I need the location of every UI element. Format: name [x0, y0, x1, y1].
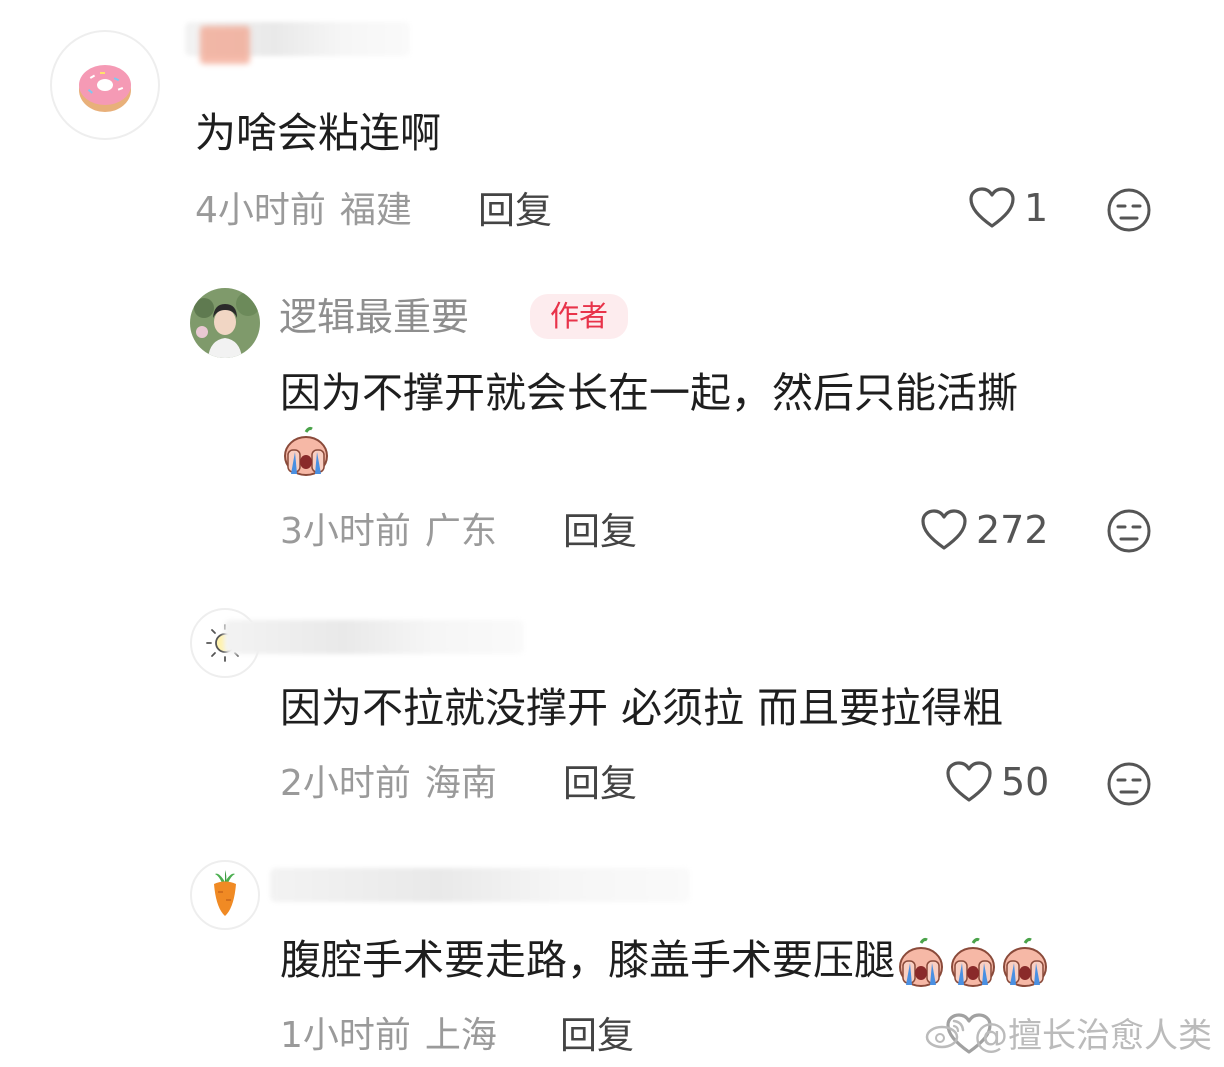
username[interactable]: 逻辑最重要 [279, 298, 469, 336]
comment-text: 因为不拉就没撑开 必须拉 而且要拉得粗 [280, 684, 1004, 732]
comment-meta: 2小时前 海南 [280, 766, 497, 802]
username-blurred[interactable] [270, 868, 690, 902]
timestamp: 1小时前 [280, 1015, 411, 1056]
unamused-face-icon [1107, 762, 1151, 806]
crying-face-icon [284, 426, 328, 476]
blurred-name-fragment [200, 26, 250, 64]
timestamp: 3小时前 [280, 511, 411, 552]
comment-meta: 4小时前 福建 [195, 193, 412, 229]
dislike-button[interactable] [1106, 187, 1152, 233]
avatar[interactable] [50, 30, 160, 140]
unamused-face-icon [1107, 509, 1151, 553]
crying-face-icon [899, 937, 943, 987]
donut-icon [79, 65, 131, 112]
like-button[interactable]: 50 [945, 760, 1049, 804]
like-count: 50 [1001, 760, 1050, 804]
heart-icon [969, 187, 1015, 228]
comment-meta: 1小时前 上海 [280, 1018, 497, 1054]
dislike-button[interactable] [1106, 508, 1152, 554]
heart-icon [921, 509, 967, 550]
reply-button[interactable]: 回复 [478, 192, 552, 229]
watermark-text: @擅长治愈人类 [974, 1016, 1212, 1056]
person-photo-avatar [190, 288, 260, 358]
carrot-icon [214, 870, 236, 916]
avatar[interactable] [190, 860, 260, 930]
crying-emoji [280, 426, 332, 478]
like-button[interactable]: 272 [920, 508, 1049, 552]
reply-button[interactable]: 回复 [563, 513, 637, 550]
dislike-button[interactable] [1106, 761, 1152, 807]
like-count: 1 [1024, 186, 1049, 230]
watermark: @擅长治愈人类 [924, 1008, 1212, 1057]
avatar[interactable] [190, 288, 260, 358]
unamused-face-icon [1107, 188, 1151, 232]
location: 广东 [424, 511, 497, 552]
weibo-logo-icon [925, 1019, 965, 1048]
comment-text-content: 腹腔手术要走路，膝盖手术要压腿 [280, 936, 895, 984]
timestamp: 4小时前 [195, 190, 326, 231]
username-blurred[interactable] [224, 620, 524, 654]
crying-face-icon [1003, 937, 1047, 987]
like-button[interactable]: 1 [968, 186, 1048, 230]
like-count: 272 [976, 508, 1049, 552]
timestamp: 2小时前 [280, 763, 411, 804]
comment-text: 因为不撑开就会长在一起，然后只能活撕 [280, 369, 1018, 417]
crying-face-icon [951, 937, 995, 987]
heart-icon [946, 761, 992, 802]
location: 海南 [424, 763, 497, 804]
comment-text: 为啥会粘连啊 [195, 109, 441, 157]
reply-button[interactable]: 回复 [560, 1017, 634, 1054]
reply-button[interactable]: 回复 [563, 765, 637, 802]
author-badge: 作者 [530, 294, 629, 340]
location: 上海 [424, 1015, 497, 1056]
location: 福建 [339, 190, 412, 231]
comment-text: 腹腔手术要走路，膝盖手术要压腿 [280, 935, 1051, 989]
comment-meta: 3小时前 广东 [280, 514, 497, 550]
